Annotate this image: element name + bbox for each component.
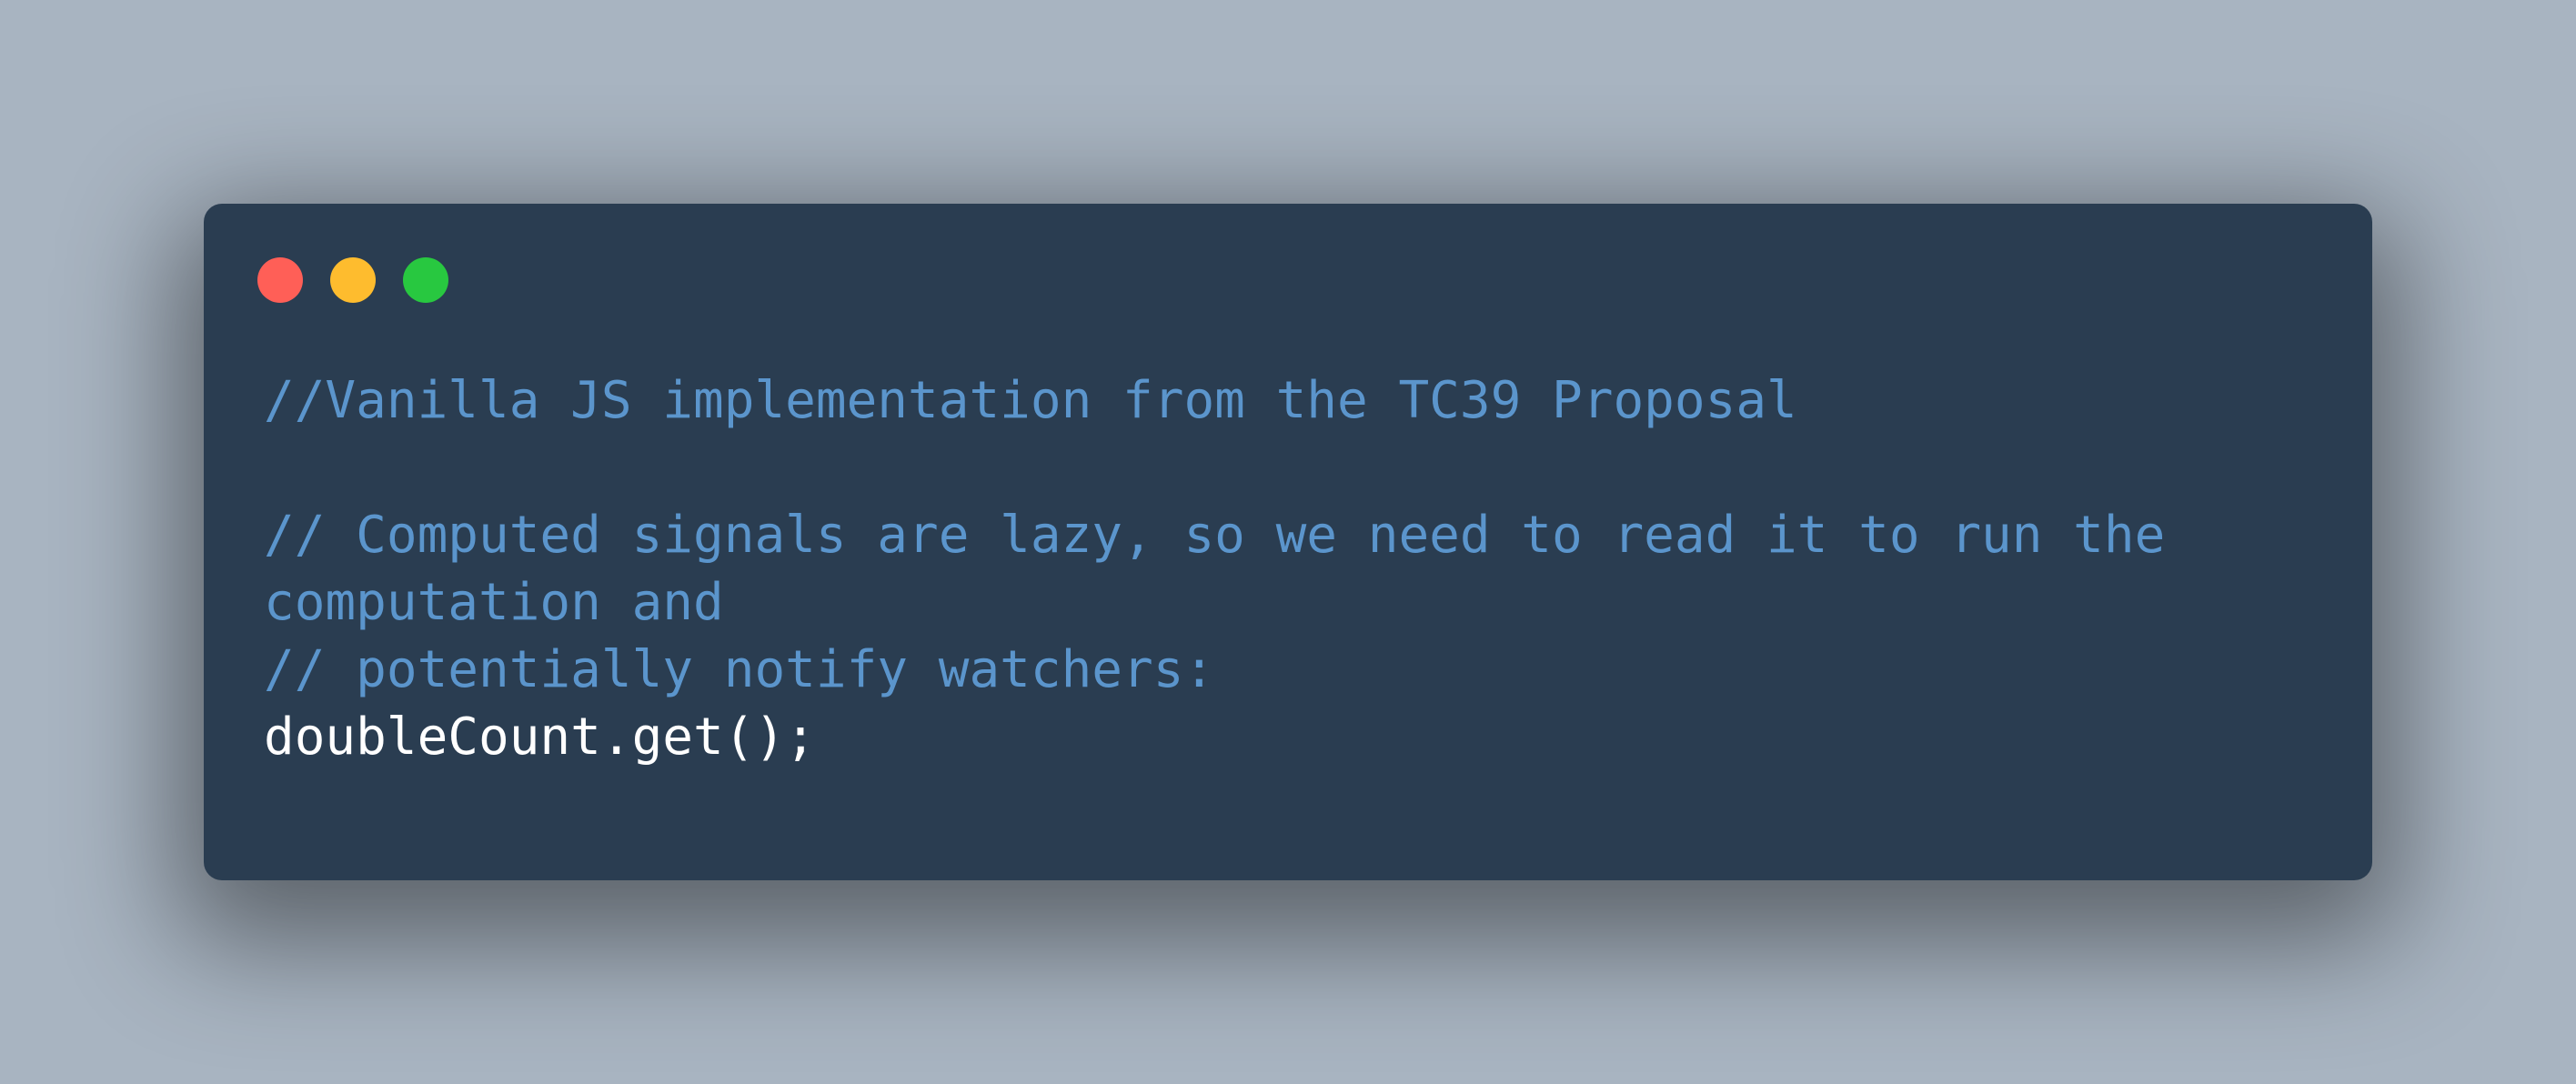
maximize-window-icon[interactable] xyxy=(403,257,448,303)
code-line-5: // potentially notify watchers: xyxy=(264,640,1215,699)
code-window: //Vanilla JS implementation from the TC3… xyxy=(204,204,2372,880)
close-window-icon[interactable] xyxy=(257,257,303,303)
code-line-4: computation and xyxy=(264,573,724,632)
code-line-6: doubleCount.get(); xyxy=(264,708,816,767)
code-block: //Vanilla JS implementation from the TC3… xyxy=(264,367,2319,771)
code-line-3: // Computed signals are lazy, so we need… xyxy=(264,506,2166,565)
minimize-window-icon[interactable] xyxy=(330,257,376,303)
code-line-1: //Vanilla JS implementation from the TC3… xyxy=(264,371,1797,430)
code-line-2-blank xyxy=(264,435,2319,502)
